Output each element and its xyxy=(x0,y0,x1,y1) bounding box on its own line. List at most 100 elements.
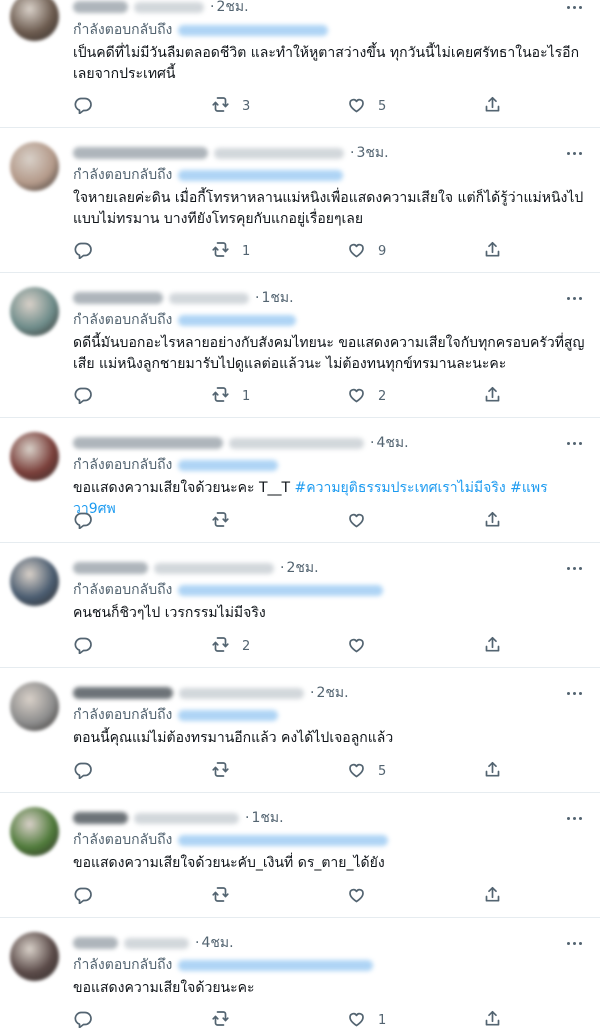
reply-mention[interactable] xyxy=(178,169,344,181)
user-name[interactable] xyxy=(73,1,128,13)
reply-tweet[interactable]: · 1ชม. กำลังตอบกลับถึง ขอแสดงความเสียใจด… xyxy=(0,793,600,918)
retweet-button[interactable] xyxy=(211,510,242,533)
retweet-button[interactable]: 1 xyxy=(211,240,250,263)
avatar[interactable] xyxy=(10,432,59,481)
reply-button[interactable] xyxy=(73,760,104,783)
avatar[interactable] xyxy=(10,682,59,731)
heart-icon xyxy=(347,385,366,408)
avatar[interactable] xyxy=(10,0,59,41)
avatar[interactable] xyxy=(10,557,59,606)
timestamp[interactable]: 3ชม. xyxy=(356,142,388,164)
retweet-button[interactable]: 1 xyxy=(211,385,250,408)
more-options-button[interactable] xyxy=(562,933,586,953)
reply-mention[interactable] xyxy=(178,24,329,36)
tweet-header: · 3ชม. xyxy=(73,143,560,163)
reply-mention[interactable] xyxy=(178,959,374,971)
heart-icon xyxy=(347,635,366,658)
reply-button[interactable] xyxy=(73,510,104,533)
like-button[interactable] xyxy=(347,885,378,908)
more-options-button[interactable] xyxy=(562,288,586,308)
tweet-header: · 1ชม. xyxy=(73,288,560,308)
avatar[interactable] xyxy=(10,142,59,191)
user-name[interactable] xyxy=(73,812,128,824)
like-button[interactable] xyxy=(347,510,378,533)
like-button[interactable]: 2 xyxy=(347,385,386,408)
reply-mention[interactable] xyxy=(178,314,297,326)
retweet-button[interactable]: 2 xyxy=(211,635,250,658)
more-options-button[interactable] xyxy=(562,433,586,453)
timestamp[interactable]: 4ชม. xyxy=(201,932,233,954)
more-options-button[interactable] xyxy=(562,808,586,828)
share-button[interactable] xyxy=(483,885,502,908)
reply-button[interactable] xyxy=(73,885,104,908)
reply-tweet[interactable]: · 3ชม. กำลังตอบกลับถึง ใจหายเลยค่ะดิน เม… xyxy=(0,128,600,273)
reply-tweet[interactable]: · 2ชม. กำลังตอบกลับถึง ตอนนี้คุณแม่ไม่ต้… xyxy=(0,668,600,793)
user-name[interactable] xyxy=(73,147,208,159)
like-button[interactable]: 5 xyxy=(347,760,386,783)
more-options-button[interactable] xyxy=(562,558,586,578)
share-icon xyxy=(483,885,502,908)
tweet-text: ดดีนี้มันบอกอะไรหลายอย่างกับสังคมไทยนะ ข… xyxy=(73,335,585,372)
timestamp[interactable]: 1ชม. xyxy=(251,807,283,829)
timestamp[interactable]: 1ชม. xyxy=(261,287,293,309)
reply-tweet[interactable]: · 4ชม. กำลังตอบกลับถึง ขอแสดงความเสียใจด… xyxy=(0,918,600,1033)
share-button[interactable] xyxy=(483,95,502,118)
retweet-button[interactable] xyxy=(211,885,242,908)
share-button[interactable] xyxy=(483,240,502,263)
retweet-button[interactable]: 3 xyxy=(211,95,250,118)
retweet-button[interactable] xyxy=(211,760,242,783)
like-count: 5 xyxy=(378,98,387,114)
timestamp[interactable]: 2ชม. xyxy=(316,682,348,704)
retweet-icon xyxy=(211,385,230,408)
share-button[interactable] xyxy=(483,760,502,783)
tweet-actions xyxy=(73,511,533,531)
avatar[interactable] xyxy=(10,287,59,336)
reply-feed: · 2ชม. กำลังตอบกลับถึง เป็นคดีที่ไม่มีวั… xyxy=(0,0,600,1033)
timestamp[interactable]: 4ชม. xyxy=(376,432,408,454)
more-options-button[interactable] xyxy=(562,683,586,703)
more-options-button[interactable] xyxy=(562,0,586,17)
user-name[interactable] xyxy=(73,562,148,574)
reply-button[interactable] xyxy=(73,240,104,263)
reply-mention[interactable] xyxy=(178,834,389,846)
reply-mention[interactable] xyxy=(178,709,279,721)
heart-icon xyxy=(347,760,366,783)
share-button[interactable] xyxy=(483,635,502,658)
share-button[interactable] xyxy=(483,510,502,533)
user-name[interactable] xyxy=(73,437,223,449)
like-count: 2 xyxy=(378,388,387,404)
reply-button[interactable] xyxy=(73,635,104,658)
like-button[interactable]: 1 xyxy=(347,1009,386,1032)
reply-icon xyxy=(73,760,92,783)
replying-to: กำลังตอบกลับถึง xyxy=(73,310,297,330)
reply-mention[interactable] xyxy=(178,459,279,471)
reply-button[interactable] xyxy=(73,385,104,408)
like-button[interactable]: 9 xyxy=(347,240,386,263)
reply-mention[interactable] xyxy=(178,584,384,596)
avatar[interactable] xyxy=(10,807,59,856)
share-button[interactable] xyxy=(483,385,502,408)
reply-button[interactable] xyxy=(73,95,104,118)
more-options-button[interactable] xyxy=(562,143,586,163)
retweet-icon xyxy=(211,1009,230,1032)
like-button[interactable]: 5 xyxy=(347,95,386,118)
retweet-icon xyxy=(211,240,230,263)
reply-tweet[interactable]: · 1ชม. กำลังตอบกลับถึง ดดีนี้มันบอกอะไรห… xyxy=(0,273,600,418)
user-name[interactable] xyxy=(73,292,163,304)
heart-icon xyxy=(347,1009,366,1032)
timestamp[interactable]: 2ชม. xyxy=(216,0,248,18)
reply-tweet[interactable]: · 2ชม. กำลังตอบกลับถึง คนชนก็ชิวๆไป เวรก… xyxy=(0,543,600,668)
reply-icon xyxy=(73,1009,92,1032)
like-button[interactable] xyxy=(347,635,378,658)
user-name[interactable] xyxy=(73,687,173,699)
retweet-button[interactable] xyxy=(211,1009,242,1032)
heart-icon xyxy=(347,95,366,118)
reply-tweet[interactable]: · 4ชม. กำลังตอบกลับถึง ขอแสดงความเสียใจด… xyxy=(0,418,600,543)
reply-tweet[interactable]: · 2ชม. กำลังตอบกลับถึง เป็นคดีที่ไม่มีวั… xyxy=(0,0,600,128)
user-handle xyxy=(154,562,274,574)
avatar[interactable] xyxy=(10,932,59,981)
user-name[interactable] xyxy=(73,937,118,949)
share-button[interactable] xyxy=(483,1009,502,1032)
reply-button[interactable] xyxy=(73,1009,104,1032)
timestamp[interactable]: 2ชม. xyxy=(286,557,318,579)
